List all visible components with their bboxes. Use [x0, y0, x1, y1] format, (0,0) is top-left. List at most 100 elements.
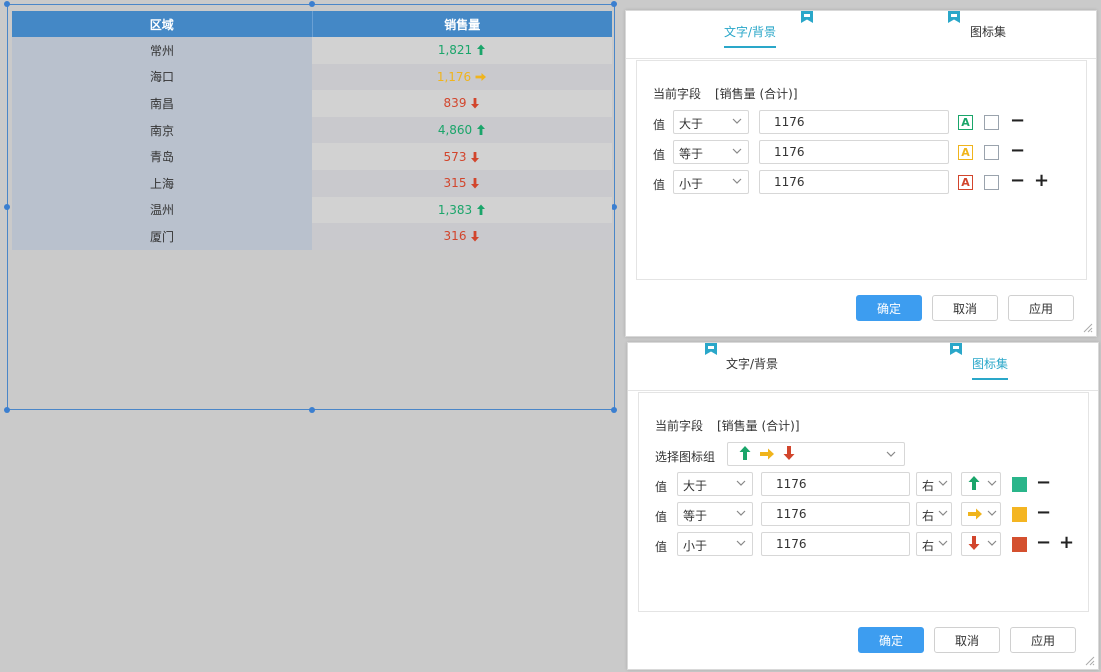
icon-color-swatch[interactable] [1012, 477, 1027, 492]
tab-icon-set[interactable]: 图标集 [950, 343, 1032, 391]
text-color-picker[interactable]: A [958, 115, 973, 130]
chevron-down-icon [736, 510, 746, 516]
resize-handle-bc[interactable] [309, 407, 315, 413]
sales-cell[interactable]: 839 [312, 90, 612, 117]
table-row[interactable]: 常州 1,821 [12, 37, 612, 64]
add-rule-button[interactable]: + [1059, 534, 1074, 552]
background-color-picker[interactable] [984, 115, 999, 130]
sales-value: 573 [443, 149, 467, 164]
threshold-input[interactable] [759, 110, 949, 134]
remove-rule-button[interactable]: − [1010, 142, 1025, 160]
region-cell[interactable]: 青岛 [12, 143, 312, 170]
operator-select[interactable]: 等于 [677, 502, 753, 526]
table-row[interactable]: 南昌 839 [12, 90, 612, 117]
resize-handle-tr[interactable] [611, 1, 617, 7]
apply-button[interactable]: 应用 [1010, 627, 1076, 653]
table-row[interactable]: 南京 4,860 [12, 116, 612, 144]
ok-button[interactable]: 确定 [856, 295, 922, 321]
resize-handle-br[interactable] [611, 407, 617, 413]
region-cell[interactable]: 海口 [12, 63, 312, 91]
current-field-value: [销售量 (合计)] [715, 87, 798, 101]
remove-rule-button[interactable]: − [1036, 534, 1051, 552]
operator-select[interactable]: 小于 [673, 170, 749, 194]
cancel-button[interactable]: 取消 [934, 627, 1000, 653]
icon-position-select[interactable]: 右 [916, 532, 952, 556]
icon-group-select[interactable] [727, 442, 905, 466]
text-color-picker[interactable]: A [958, 145, 973, 160]
resize-grip-icon[interactable] [1085, 656, 1095, 666]
operator-select[interactable]: 等于 [673, 140, 749, 164]
table-row[interactable]: 海口 1,176 [12, 63, 612, 91]
icon-color-swatch[interactable] [1012, 537, 1027, 552]
operator-select[interactable]: 大于 [673, 110, 749, 134]
resize-handle-tc[interactable] [309, 1, 315, 7]
sales-cell[interactable]: 1,383 [312, 196, 612, 224]
add-rule-button[interactable]: + [1034, 172, 1049, 190]
icon-select[interactable] [961, 502, 1001, 526]
sales-cell[interactable]: 315 [312, 169, 612, 197]
table-row[interactable]: 厦门 316 [12, 223, 612, 250]
bookmark-icon [948, 11, 960, 23]
table-row[interactable]: 温州 1,383 [12, 196, 612, 224]
sales-value: 1,383 [437, 202, 473, 217]
threshold-input[interactable] [759, 170, 949, 194]
sales-cell[interactable]: 573 [312, 143, 612, 170]
remove-rule-button[interactable]: − [1010, 112, 1025, 130]
region-cell[interactable]: 南昌 [12, 90, 312, 117]
sales-cell[interactable]: 1,176 [312, 63, 612, 91]
arrow-right-icon [968, 508, 982, 520]
table-widget[interactable]: 区域 销售量 常州 1,821 海口 1,176 南昌 839 南京 4,860 青岛 573 上海… [4, 1, 617, 413]
value-label: 值 [655, 540, 668, 554]
chevron-down-icon [736, 540, 746, 546]
table-row[interactable]: 青岛 573 [12, 143, 612, 170]
icon-select[interactable] [961, 532, 1001, 556]
remove-rule-button[interactable]: − [1010, 172, 1025, 190]
operator-select[interactable]: 大于 [677, 472, 753, 496]
sales-cell[interactable]: 316 [312, 223, 612, 250]
table-row[interactable]: 上海 315 [12, 169, 612, 197]
sales-value: 1,176 [436, 69, 472, 84]
sales-table: 区域 销售量 常州 1,821 海口 1,176 南昌 839 南京 4,860 青岛 573 上海… [12, 11, 612, 250]
threshold-input[interactable] [761, 502, 910, 526]
remove-rule-button[interactable]: − [1036, 504, 1051, 522]
region-cell[interactable]: 常州 [12, 37, 312, 64]
resize-handle-ml[interactable] [4, 204, 10, 210]
resize-handle-bl[interactable] [4, 407, 10, 413]
threshold-input[interactable] [759, 140, 949, 164]
resize-handle-tl[interactable] [4, 1, 10, 7]
cancel-button[interactable]: 取消 [932, 295, 998, 321]
chevron-down-icon [987, 510, 997, 516]
text-color-picker[interactable]: A [958, 175, 973, 190]
threshold-input[interactable] [761, 532, 910, 556]
region-cell[interactable]: 厦门 [12, 223, 312, 250]
tab-icon-set[interactable]: 图标集 [948, 11, 1030, 59]
background-color-picker[interactable] [984, 175, 999, 190]
icon-color-swatch[interactable] [1012, 507, 1027, 522]
tab-text-background[interactable]: 文字/背景 [705, 343, 786, 391]
arrow-down-icon [783, 446, 795, 460]
sales-value: 315 [443, 176, 467, 191]
arrow-down-icon [471, 151, 480, 163]
bookmark-icon [801, 11, 813, 23]
remove-rule-button[interactable]: − [1036, 474, 1051, 492]
arrow-up-icon [477, 44, 486, 56]
ok-button[interactable]: 确定 [858, 627, 924, 653]
apply-button[interactable]: 应用 [1008, 295, 1074, 321]
threshold-input[interactable] [761, 472, 910, 496]
resize-grip-icon[interactable] [1083, 323, 1093, 333]
sales-cell[interactable]: 4,860 [312, 116, 612, 144]
arrow-right-icon [759, 448, 774, 460]
column-header-sales[interactable]: 销售量 [312, 11, 612, 37]
background-color-picker[interactable] [984, 145, 999, 160]
sales-cell[interactable]: 1,821 [312, 37, 612, 64]
icon-position-select[interactable]: 右 [916, 502, 952, 526]
icon-select[interactable] [961, 472, 1001, 496]
operator-select[interactable]: 小于 [677, 532, 753, 556]
sales-value: 316 [443, 229, 467, 244]
region-cell[interactable]: 南京 [12, 116, 312, 144]
region-cell[interactable]: 温州 [12, 196, 312, 224]
tab-text-background[interactable]: 文字/背景 [724, 11, 813, 59]
column-header-region[interactable]: 区域 [12, 11, 313, 37]
region-cell[interactable]: 上海 [12, 169, 312, 197]
icon-position-select[interactable]: 右 [916, 472, 952, 496]
